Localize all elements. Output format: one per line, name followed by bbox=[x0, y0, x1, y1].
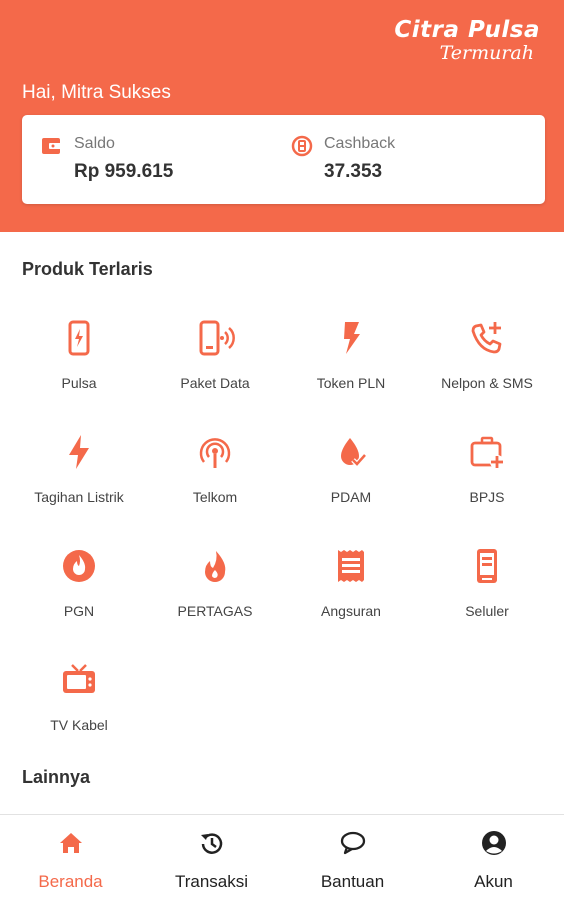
product-label: PDAM bbox=[330, 489, 372, 505]
product-label: TV Kabel bbox=[50, 717, 108, 733]
product-telkom[interactable]: Telkom bbox=[147, 432, 283, 532]
nav-akun[interactable]: Akun bbox=[423, 815, 564, 900]
brand-tagline: Termurah bbox=[439, 42, 534, 64]
product-label: BPJS bbox=[469, 489, 505, 505]
nav-label: Akun bbox=[474, 872, 513, 891]
product-label: Nelpon & SMS bbox=[441, 375, 533, 391]
cashback-label: Cashback bbox=[324, 135, 396, 152]
lightning-icon bbox=[344, 322, 360, 354]
product-pulsa[interactable]: Pulsa bbox=[11, 318, 147, 418]
balance-card: Saldo Rp 959.615 Cashback 37.353 bbox=[22, 115, 545, 204]
product-label: PERTAGAS bbox=[177, 603, 253, 619]
saldo-label: Saldo bbox=[74, 135, 115, 152]
product-label: Angsuran bbox=[321, 603, 381, 619]
product-label: Seluler bbox=[465, 603, 509, 619]
product-tv-kabel[interactable]: TV Kabel bbox=[11, 660, 147, 760]
antenna-icon bbox=[199, 438, 231, 468]
product-label: PGN bbox=[63, 603, 95, 619]
nav-label: Beranda bbox=[38, 872, 103, 891]
cashback-value: 37.353 bbox=[324, 161, 383, 182]
product-token-pln[interactable]: Token PLN bbox=[283, 318, 419, 418]
product-label: Token PLN bbox=[316, 375, 386, 391]
nav-beranda[interactable]: Beranda bbox=[0, 815, 141, 900]
phone-plus-icon bbox=[471, 322, 502, 354]
product-nelpon-sms[interactable]: Nelpon & SMS bbox=[419, 318, 555, 418]
medical-bag-icon bbox=[470, 436, 504, 469]
gas-flame-icon bbox=[63, 550, 95, 582]
chat-icon bbox=[340, 831, 365, 855]
product-paket-data[interactable]: Paket Data bbox=[147, 318, 283, 418]
phone-data-icon bbox=[199, 320, 235, 356]
brand-name: Citra Pulsa bbox=[394, 17, 540, 43]
tv-icon bbox=[63, 664, 95, 693]
product-label: Paket Data bbox=[180, 375, 250, 391]
phone-bolt-icon bbox=[68, 320, 90, 356]
nav-bantuan[interactable]: Bantuan bbox=[282, 815, 423, 900]
wallet-icon bbox=[42, 138, 62, 154]
nav-label: Transaksi bbox=[174, 872, 249, 891]
mobile-icon bbox=[477, 549, 497, 583]
bottom-navigation: Beranda Transaksi Bantuan Akun bbox=[0, 814, 564, 900]
header-banner: Citra Pulsa Termurah Hai, Mitra Sukses S… bbox=[0, 0, 564, 232]
product-pertagas[interactable]: PERTAGAS bbox=[147, 546, 283, 646]
nav-label: Bantuan bbox=[320, 872, 385, 891]
water-drop-icon bbox=[341, 438, 367, 468]
product-seluler[interactable]: Seluler bbox=[419, 546, 555, 646]
nav-transaksi[interactable]: Transaksi bbox=[141, 815, 282, 900]
product-pdam[interactable]: PDAM bbox=[283, 432, 419, 532]
product-angsuran[interactable]: Angsuran bbox=[283, 546, 419, 646]
fire-icon bbox=[205, 551, 226, 582]
receipt-icon bbox=[338, 550, 364, 582]
product-label: Pulsa bbox=[61, 375, 97, 391]
home-icon bbox=[59, 833, 82, 853]
section-title-others: Lainnya bbox=[22, 767, 91, 787]
account-icon bbox=[481, 831, 506, 855]
bolt-icon bbox=[69, 435, 89, 469]
brand-logo: Citra Pulsa Termurah bbox=[394, 16, 540, 64]
product-label: Tagihan Listrik bbox=[34, 489, 124, 505]
product-label: Telkom bbox=[192, 489, 238, 505]
history-icon bbox=[200, 833, 222, 854]
saldo-value: Rp 959.615 bbox=[74, 161, 174, 182]
product-pgn[interactable]: PGN bbox=[11, 546, 147, 646]
product-bpjs[interactable]: BPJS bbox=[419, 432, 555, 532]
greeting-text: Hai, Mitra Sukses bbox=[22, 82, 171, 103]
product-tagihan-listrik[interactable]: Tagihan Listrik bbox=[11, 432, 147, 532]
cashback-icon bbox=[291, 135, 313, 157]
section-title-best-sellers: Produk Terlaris bbox=[22, 259, 153, 279]
